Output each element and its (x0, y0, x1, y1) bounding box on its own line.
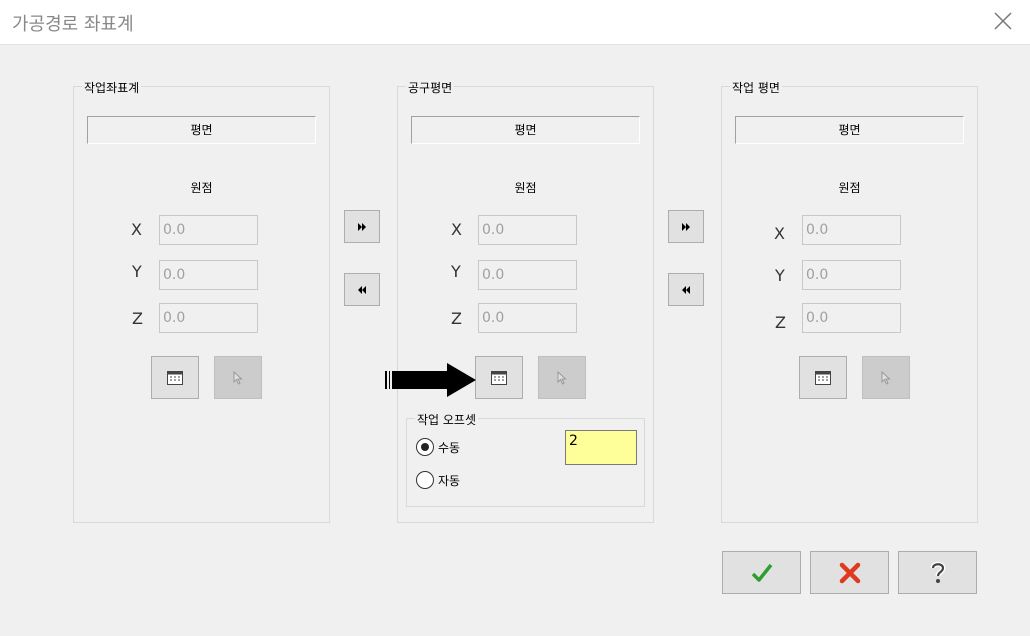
double-right-icon (358, 222, 366, 231)
z-label: Z (451, 309, 462, 328)
double-left-icon (682, 285, 690, 294)
work-coordinate-origin-label: 원점 (190, 181, 213, 195)
green-check-icon (751, 563, 772, 582)
work-plane-y-input[interactable]: 0.0 (802, 260, 901, 290)
double-left-icon (358, 285, 366, 294)
work-coordinate-z-input[interactable]: 0.0 (159, 303, 258, 333)
x-label: X (774, 224, 785, 243)
cursor-icon (557, 370, 567, 385)
work-coordinate-plane-field[interactable]: 평면 (87, 116, 316, 144)
ok-button[interactable] (722, 551, 801, 594)
close-icon[interactable] (992, 10, 1014, 32)
manual-radio-circle[interactable] (416, 438, 434, 456)
manual-radio[interactable]: 수동 (416, 438, 460, 456)
work-offset-label: 작업 오프셋 (415, 411, 479, 428)
tool-plane-z-input[interactable]: 0.0 (478, 303, 577, 333)
table-icon (167, 370, 183, 385)
tool-plane-origin-label: 원점 (514, 181, 537, 195)
work-plane-x-input[interactable]: 0.0 (802, 215, 901, 245)
work-coordinate-x-input[interactable]: 0.0 (159, 215, 258, 245)
auto-radio[interactable]: 자동 (416, 471, 460, 489)
work-offset-input[interactable]: 2 (565, 430, 637, 465)
work-coordinate-select-button[interactable] (214, 356, 262, 399)
work-plane-group: 작업 평면 평면 원점 X 0.0 Y 0.0 Z 0.0 (721, 79, 978, 523)
red-x-icon (839, 562, 860, 583)
z-label: Z (775, 313, 786, 332)
cancel-button[interactable] (810, 551, 889, 594)
tool-plane-x-input[interactable]: 0.0 (478, 215, 577, 245)
table-icon (491, 370, 507, 385)
x-label: X (131, 220, 142, 239)
work-coordinate-label: 작업좌표계 (82, 79, 142, 96)
y-label: Y (775, 266, 785, 285)
y-label: Y (132, 262, 142, 281)
work-plane-z-input[interactable]: 0.0 (802, 303, 901, 333)
work-plane-origin-label: 원점 (838, 181, 861, 195)
work-coordinate-table-button[interactable] (151, 356, 199, 399)
title-bar: 가공경로 좌표계 (0, 0, 1030, 45)
tool-plane-label: 공구평면 (406, 79, 455, 96)
double-right-icon (682, 222, 690, 231)
auto-radio-label: 자동 (438, 473, 461, 488)
copy-back-button-2[interactable] (668, 273, 704, 306)
work-plane-table-button[interactable] (799, 356, 847, 399)
manual-radio-label: 수동 (438, 440, 461, 455)
copy-forward-button-1[interactable] (344, 210, 380, 243)
help-button[interactable] (898, 551, 977, 594)
copy-back-button-1[interactable] (344, 273, 380, 306)
auto-radio-circle[interactable] (416, 471, 434, 489)
work-coordinate-y-input[interactable]: 0.0 (159, 260, 258, 290)
cursor-icon (881, 370, 891, 385)
tool-plane-select-button[interactable] (538, 356, 586, 399)
pointer-arrow-icon (385, 363, 477, 400)
work-plane-select-button[interactable] (862, 356, 910, 399)
cursor-icon (233, 370, 243, 385)
table-icon (815, 370, 831, 385)
tool-plane-table-button[interactable] (475, 356, 523, 399)
tool-plane-field[interactable]: 평면 (411, 116, 640, 144)
z-label: Z (132, 309, 143, 328)
work-coordinate-group: 작업좌표계 평면 원점 X 0.0 Y 0.0 Z 0.0 (73, 79, 330, 523)
work-offset-group: 작업 오프셋 수동 자동 2 (406, 411, 645, 507)
question-icon (930, 561, 946, 583)
work-plane-field[interactable]: 평면 (735, 116, 964, 144)
tool-plane-y-input[interactable]: 0.0 (478, 260, 577, 290)
window-title: 가공경로 좌표계 (12, 14, 134, 35)
copy-forward-button-2[interactable] (668, 210, 704, 243)
y-label: Y (451, 262, 461, 281)
work-plane-label: 작업 평면 (730, 79, 782, 96)
x-label: X (451, 220, 462, 239)
